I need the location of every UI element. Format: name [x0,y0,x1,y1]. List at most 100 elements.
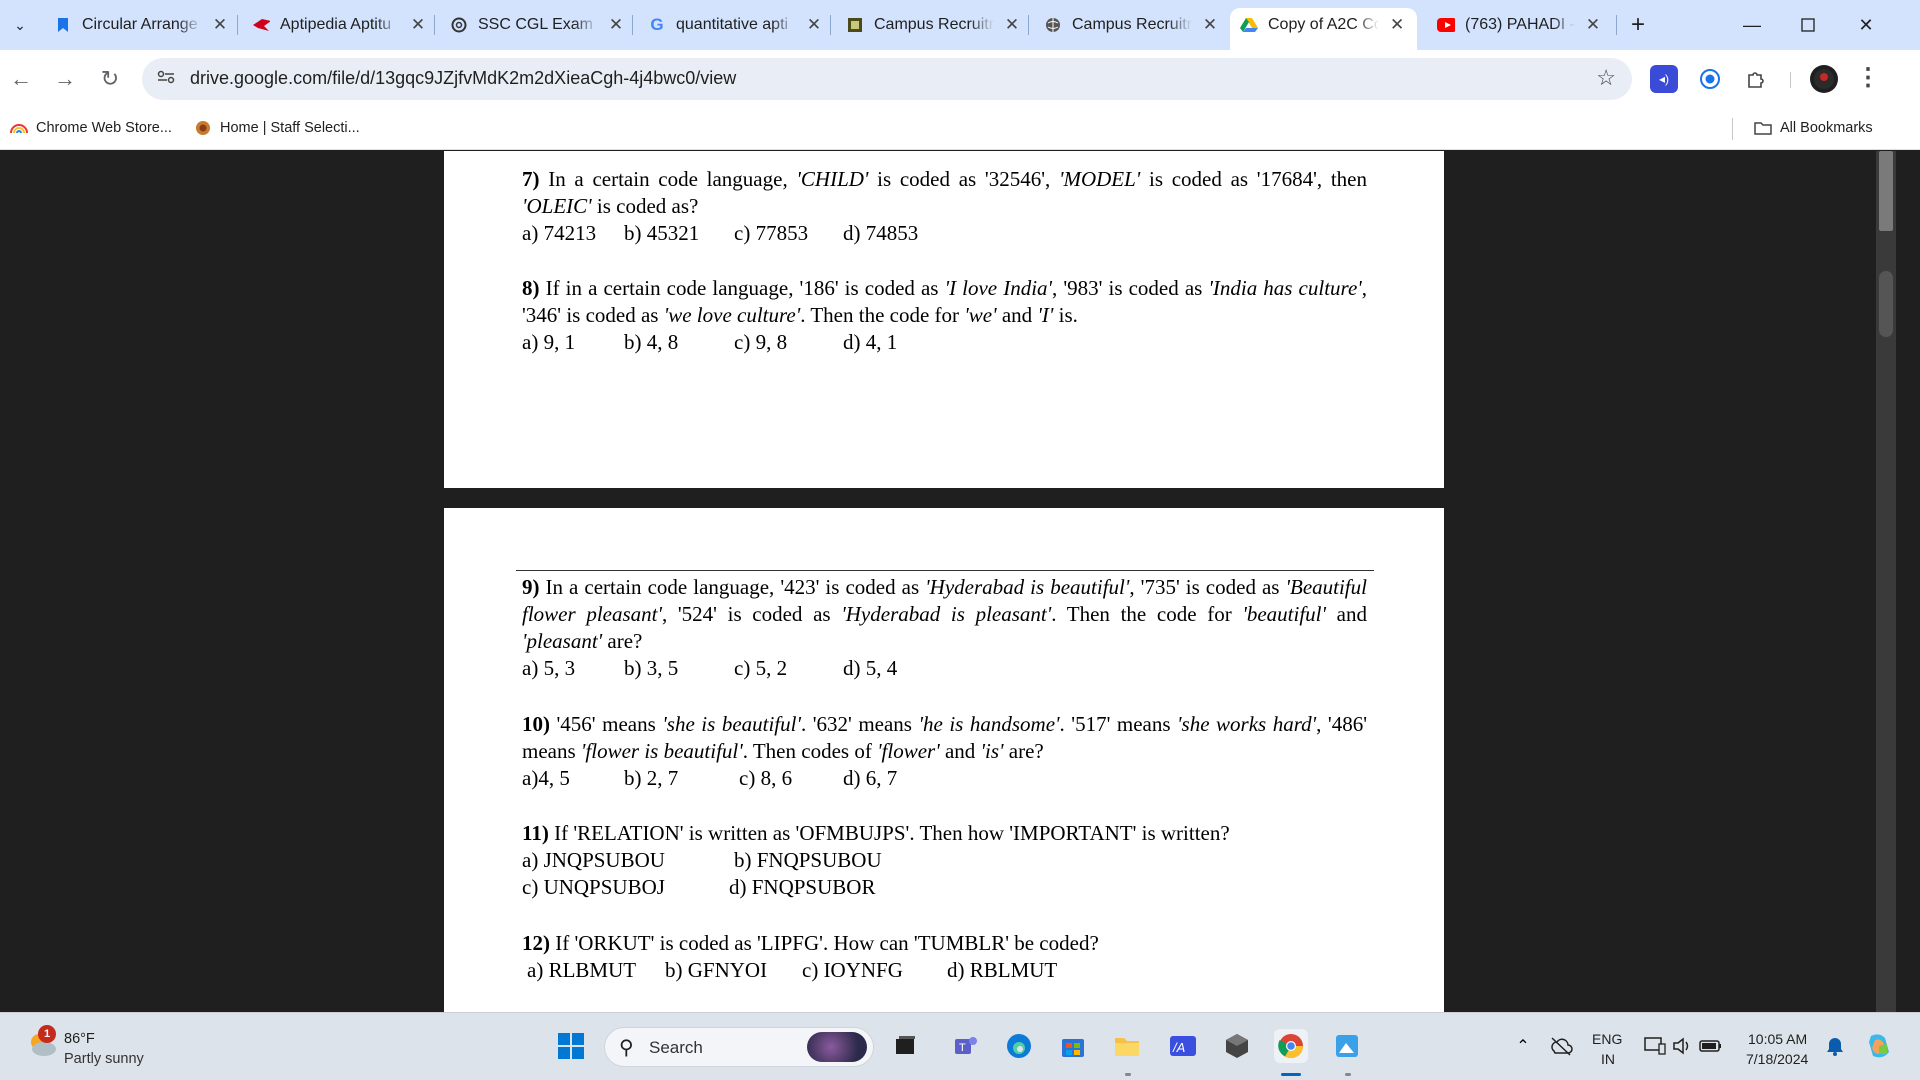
answer-options: a) 9, 1 b) 4, 8 c) 9, 8 d) 4, 1 [522,329,1367,356]
rainbow-icon [10,119,28,137]
tab-aptipedia[interactable]: Aptipedia Aptitu ✕ [242,8,438,42]
option-a: a) RLBMUT [527,958,637,982]
search-highlight-image [807,1032,867,1062]
question-number: 11) [522,821,549,845]
answer-options: c) UNQPSUBOJ d) FNQPSUBOR [522,874,1367,901]
answer-options: a) 74213 b) 45321 c) 77853 d) 74853 [522,220,1367,247]
tab-circular-arrange[interactable]: Circular Arrange ✕ [44,8,240,42]
tab-campus-recruitment-2[interactable]: Campus Recruitr ✕ [1034,8,1230,42]
option-b: b) FNQPSUBOU [734,848,882,872]
teams-icon[interactable]: T [948,1029,982,1063]
taskbar-search-box[interactable]: ⚲ Search [604,1027,874,1067]
search-label: Search [649,1038,703,1057]
new-tab-button[interactable]: + [1624,11,1652,39]
option-b: b) 3, 5 [624,656,679,680]
address-bar[interactable]: drive.google.com/file/d/13gqc9JZjfvMdK2m… [142,58,1632,100]
tab-title: Campus Recruitr [1072,16,1192,33]
option-d: d) 74853 [843,221,919,245]
language-indicator-top[interactable]: ENG [1592,1031,1622,1047]
show-hidden-icons-icon[interactable]: ⌃ [1506,1029,1540,1063]
answer-options: a) JNQPSUBOU b) FNQPSUBOU [522,847,1367,874]
bookmark-chrome-web-store[interactable]: Chrome Web Store... [10,116,172,140]
aptipedia-icon [252,16,270,34]
question-number: 9) [522,575,540,599]
tab-quantitative[interactable]: G quantitative apti ✕ [638,8,834,42]
close-tab-icon[interactable]: ✕ [1583,15,1603,35]
extensions-puzzle-icon[interactable] [1742,65,1770,93]
option-b: b) 4, 8 [624,330,679,354]
emblem-icon [194,119,212,137]
app-cube-icon[interactable] [1220,1029,1254,1063]
document-page: 9) In a certain code language, '423' is … [444,508,1444,1012]
browser-menu-icon[interactable]: ⋮ [1856,64,1880,92]
question-10: 10) '456' means 'she is beautiful'. '632… [522,712,1367,790]
close-tab-icon[interactable]: ✕ [1387,15,1407,35]
microsoft-store-icon[interactable] [1056,1029,1090,1063]
all-bookmarks-button[interactable]: All Bookmarks [1754,116,1873,140]
weather-condition[interactable]: Partly sunny [64,1051,144,1067]
option-a: a) 5, 3 [522,656,576,680]
search-icon: ⚲ [619,1037,634,1059]
option-c: c) 8, 6 [739,766,793,790]
language-indicator-bottom[interactable]: IN [1601,1051,1615,1067]
tab-campus-recruitment-1[interactable]: Campus Recruitr ✕ [836,8,1032,42]
reload-icon[interactable]: ↻ [95,64,125,94]
divider [516,570,1374,571]
chrome-icon[interactable] [1274,1029,1308,1063]
browser-toolbar: ← → ↻ drive.google.com/file/d/13gqc9JZjf… [0,50,1920,108]
option-c: c) 77853 [734,221,809,245]
onedrive-icon[interactable] [1544,1029,1578,1063]
page-scroll-handle[interactable] [1879,271,1893,337]
option-b: b) GFNYOI [665,958,768,982]
close-tab-icon[interactable]: ✕ [606,15,626,35]
weather-temperature[interactable]: 86°F [64,1031,95,1047]
forward-icon[interactable]: → [50,64,80,94]
tab-title: Aptipedia Aptitu [280,16,392,33]
option-a: a) 9, 1 [522,330,576,354]
option-a: a) JNQPSUBOU [522,848,665,872]
profile-avatar[interactable] [1810,65,1838,93]
clock-date[interactable]: 7/18/2024 [1746,1051,1808,1067]
close-tab-icon[interactable]: ✕ [210,15,230,35]
tab-title: quantitative apti [676,16,789,33]
bookmark-star-icon[interactable]: ☆ [1596,65,1616,91]
scrollbar-thumb[interactable] [1879,151,1893,231]
option-d: d) 4, 1 [843,330,898,354]
tab-search-dropdown-icon[interactable]: ⌄ [8,13,32,37]
copilot-icon[interactable] [1862,1029,1896,1063]
tab-copy-of-a2c[interactable]: Copy of A2C Co ✕ [1230,8,1417,50]
close-tab-icon[interactable]: ✕ [804,15,824,35]
youtube-icon [1437,16,1455,34]
answer-options: a) 5, 3 b) 3, 5 c) 5, 2 d) 5, 4 [522,655,1367,682]
minimize-icon[interactable]: — [1732,10,1772,40]
battery-icon[interactable] [1694,1029,1728,1063]
close-tab-icon[interactable]: ✕ [1200,15,1220,35]
close-tab-icon[interactable]: ✕ [408,15,428,35]
site-info-icon[interactable] [154,67,178,91]
question-number: 10) [522,712,550,736]
close-window-icon[interactable]: ✕ [1846,10,1886,40]
app-ma-icon[interactable]: /A [1166,1029,1200,1063]
edge-icon[interactable] [1002,1029,1036,1063]
tab-youtube-pahadi[interactable]: (763) PAHADI - ✕ [1427,8,1613,42]
extension-audio-icon[interactable]: ◂) [1650,65,1678,93]
windows-start-icon[interactable] [554,1029,588,1063]
notification-bell-icon[interactable] [1818,1029,1852,1063]
close-tab-icon[interactable]: ✕ [1002,15,1022,35]
option-c: c) 5, 2 [734,656,788,680]
question-11: 11) If 'RELATION' is written as 'OFMBUJP… [522,820,1367,901]
file-explorer-icon[interactable] [1110,1029,1144,1063]
bookmark-staff-selection[interactable]: Home | Staff Selecti... [194,116,360,140]
tab-ssc-cgl[interactable]: SSC CGL Exam C ✕ [440,8,636,42]
question-12: 12) If 'ORKUT' is coded as 'LIPFG'. How … [522,930,1367,984]
maximize-icon[interactable] [1788,10,1828,40]
app-image-icon[interactable] [1330,1029,1364,1063]
clock-time[interactable]: 10:05 AM [1748,1031,1807,1047]
all-bookmarks-label: All Bookmarks [1780,120,1873,136]
extension-record-icon[interactable] [1696,65,1724,93]
task-view-icon[interactable] [888,1029,922,1063]
url-text[interactable]: drive.google.com/file/d/13gqc9JZjfvMdK2m… [190,68,736,89]
back-icon[interactable]: ← [6,64,36,94]
option-c: c) UNQPSUBOJ [522,875,665,899]
tab-title: Circular Arrange [82,16,198,33]
